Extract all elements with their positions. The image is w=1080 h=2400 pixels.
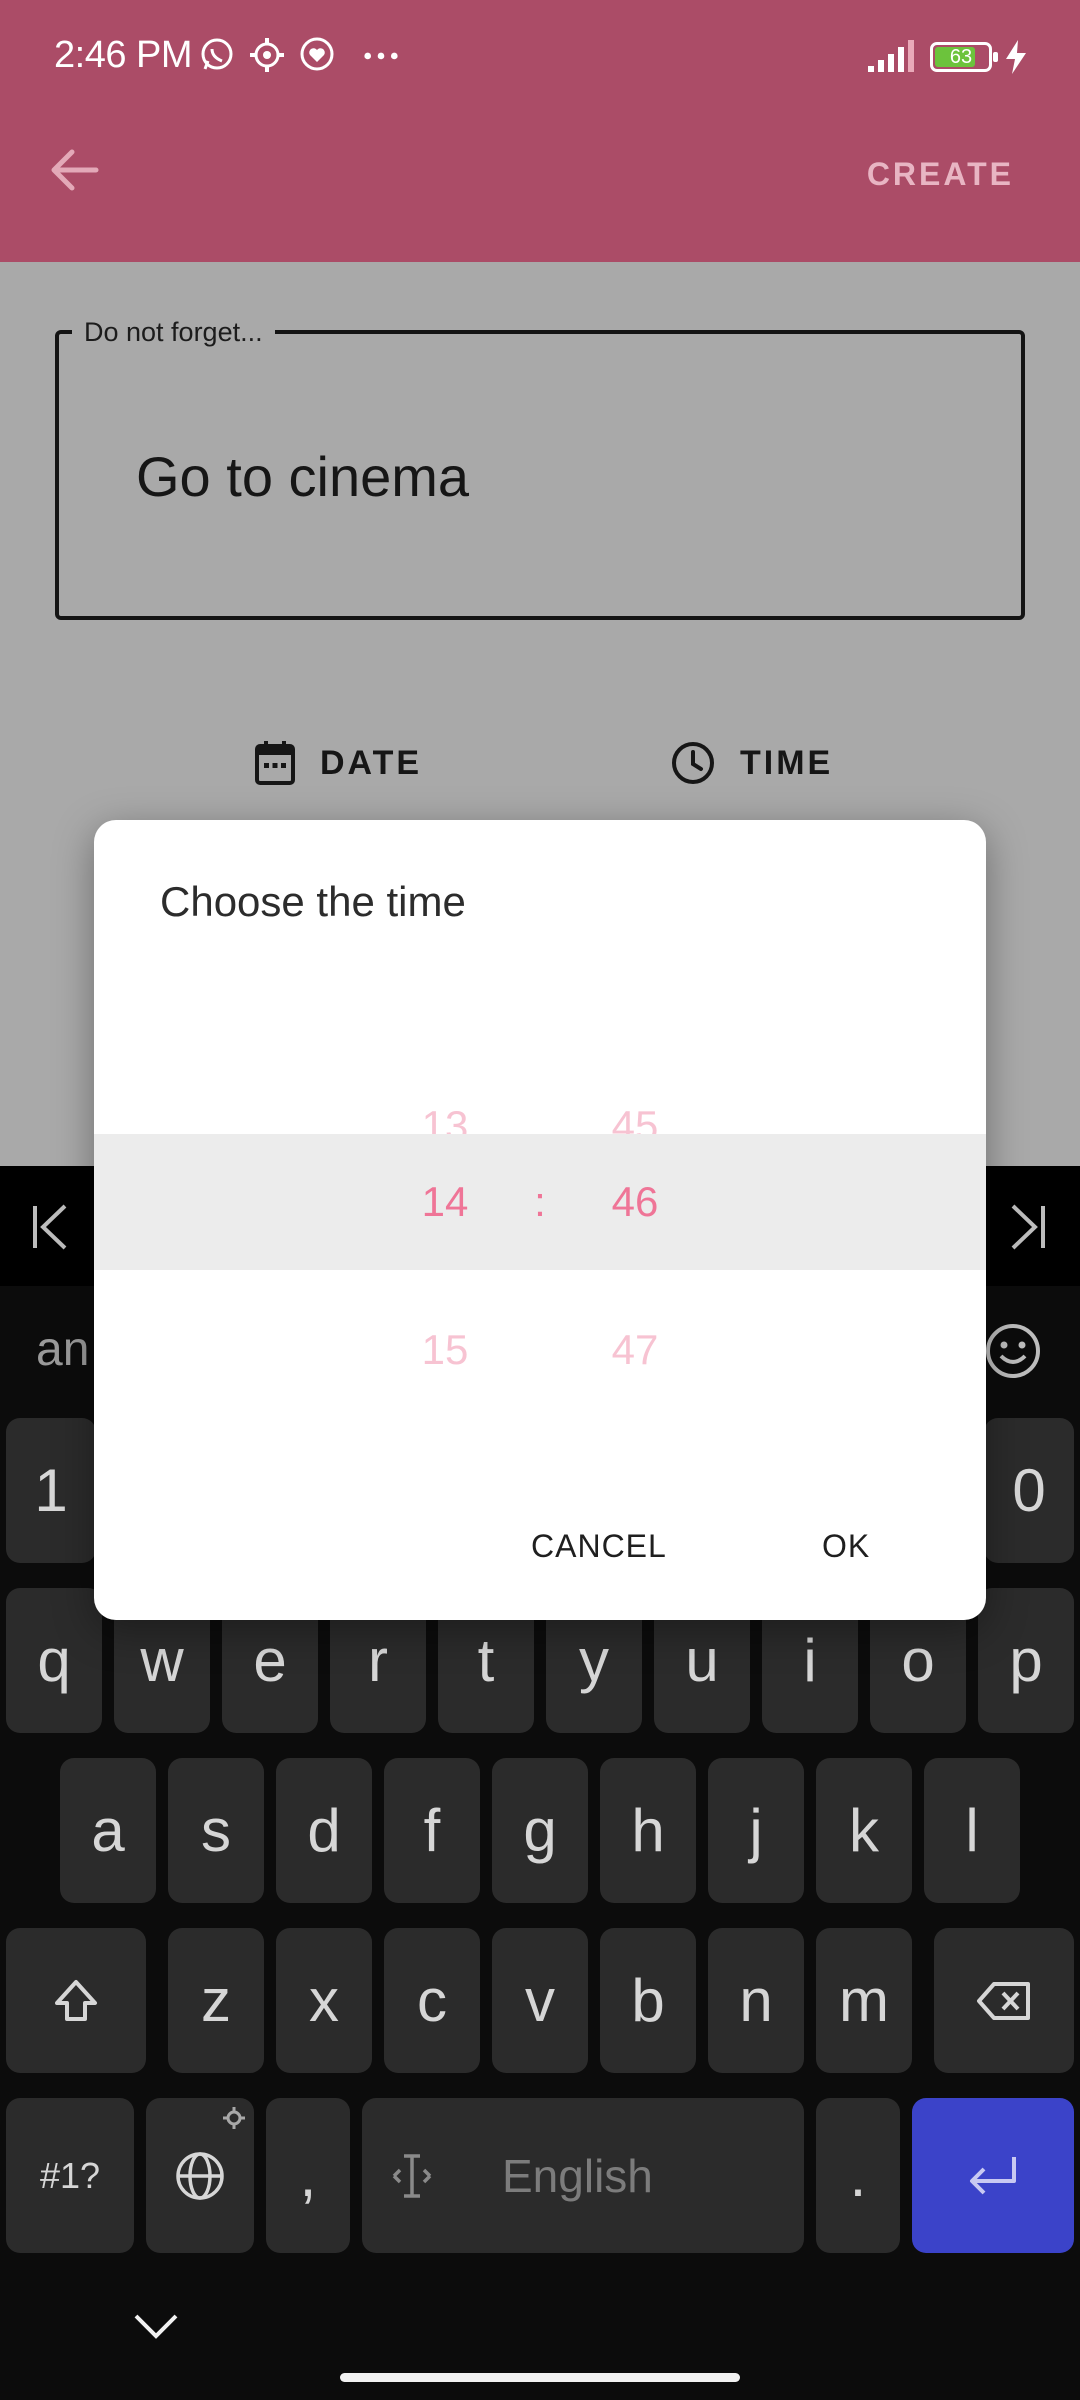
backspace-icon [977, 1981, 1030, 2020]
calendar-icon [255, 741, 295, 785]
key-m[interactable]: m [816, 1928, 912, 2073]
hour-selected[interactable]: 14 [375, 1134, 515, 1270]
ok-button[interactable]: OK [822, 1528, 870, 1565]
status-time: 2:46 PM [54, 34, 193, 76]
key-q[interactable]: q [6, 1588, 102, 1733]
create-button[interactable]: CREATE [867, 156, 1014, 193]
emoji-icon[interactable] [984, 1322, 1042, 1380]
collapse-keyboard-icon[interactable] [130, 2310, 182, 2342]
signal-icon [868, 40, 914, 72]
key-h[interactable]: h [600, 1758, 696, 1903]
key-n[interactable]: n [708, 1928, 804, 2073]
gear-icon [250, 38, 284, 72]
enter-icon [970, 2156, 1016, 2194]
space-key[interactable]: English [362, 2098, 804, 2253]
cursor-end-icon[interactable] [1008, 1202, 1048, 1252]
heart-chat-icon [300, 37, 334, 71]
field-label: Do not forget... [72, 317, 275, 348]
language-key[interactable] [146, 2098, 254, 2253]
minute-next[interactable]: 47 [565, 1282, 705, 1418]
date-button[interactable]: DATE [254, 740, 422, 786]
time-label: TIME [740, 743, 834, 782]
key-d[interactable]: d [276, 1758, 372, 1903]
backspace-key[interactable] [934, 1928, 1074, 2073]
key-z[interactable]: z [168, 1928, 264, 2073]
suggestion-text[interactable]: an [36, 1322, 89, 1377]
key-g[interactable]: g [492, 1758, 588, 1903]
hour-next[interactable]: 15 [375, 1282, 515, 1418]
time-picker-dialog: Choose the time 13 45 14 : 46 15 47 CANC… [94, 820, 986, 1620]
key-a[interactable]: a [60, 1758, 156, 1903]
key-x[interactable]: x [276, 1928, 372, 2073]
app-bar: 2:46 PM 63 CREATE [0, 0, 1080, 262]
picker-row-next: 15 47 [94, 1282, 986, 1418]
back-arrow-icon[interactable] [44, 140, 104, 200]
shift-icon [55, 1979, 97, 2021]
key-p[interactable]: p [978, 1588, 1074, 1733]
settings-gear-icon [223, 2107, 245, 2129]
dialog-title: Choose the time [160, 878, 466, 925]
picker-row-selected: 14 : 46 [94, 1134, 986, 1270]
date-label: DATE [320, 743, 423, 782]
key-s[interactable]: s [168, 1758, 264, 1903]
time-separator: : [534, 1178, 546, 1225]
space-label: English [502, 2149, 653, 2202]
key-number-last[interactable]: 0 [984, 1418, 1074, 1563]
clock-icon [672, 742, 714, 784]
time-button[interactable]: TIME [670, 740, 833, 786]
charging-icon [1006, 40, 1026, 74]
home-indicator[interactable] [340, 2373, 740, 2382]
symbols-key[interactable]: #1? [6, 2098, 134, 2253]
cursor-start-icon[interactable] [30, 1202, 70, 1252]
minute-selected[interactable]: 46 [565, 1134, 705, 1270]
key-j[interactable]: j [708, 1758, 804, 1903]
globe-icon [176, 2151, 224, 2200]
enter-key[interactable] [912, 2098, 1074, 2253]
key-l[interactable]: l [924, 1758, 1020, 1903]
key-v[interactable]: v [492, 1928, 588, 2073]
battery-level: 63 [949, 46, 973, 68]
text-cursor-icon [392, 2153, 432, 2198]
period-key[interactable]: . [816, 2098, 900, 2253]
more-dots-icon [364, 52, 398, 60]
cancel-button[interactable]: CANCEL [531, 1528, 667, 1565]
shift-key[interactable] [6, 1928, 146, 2073]
comma-key[interactable]: , [266, 2098, 350, 2253]
key-k[interactable]: k [816, 1758, 912, 1903]
key-f[interactable]: f [384, 1758, 480, 1903]
battery-icon: 63 [930, 42, 998, 72]
key-b[interactable]: b [600, 1928, 696, 2073]
field-value[interactable]: Go to cinema [136, 444, 469, 509]
whatsapp-icon [201, 38, 233, 70]
key-c[interactable]: c [384, 1928, 480, 2073]
key-number-first[interactable]: 1 [6, 1418, 96, 1563]
